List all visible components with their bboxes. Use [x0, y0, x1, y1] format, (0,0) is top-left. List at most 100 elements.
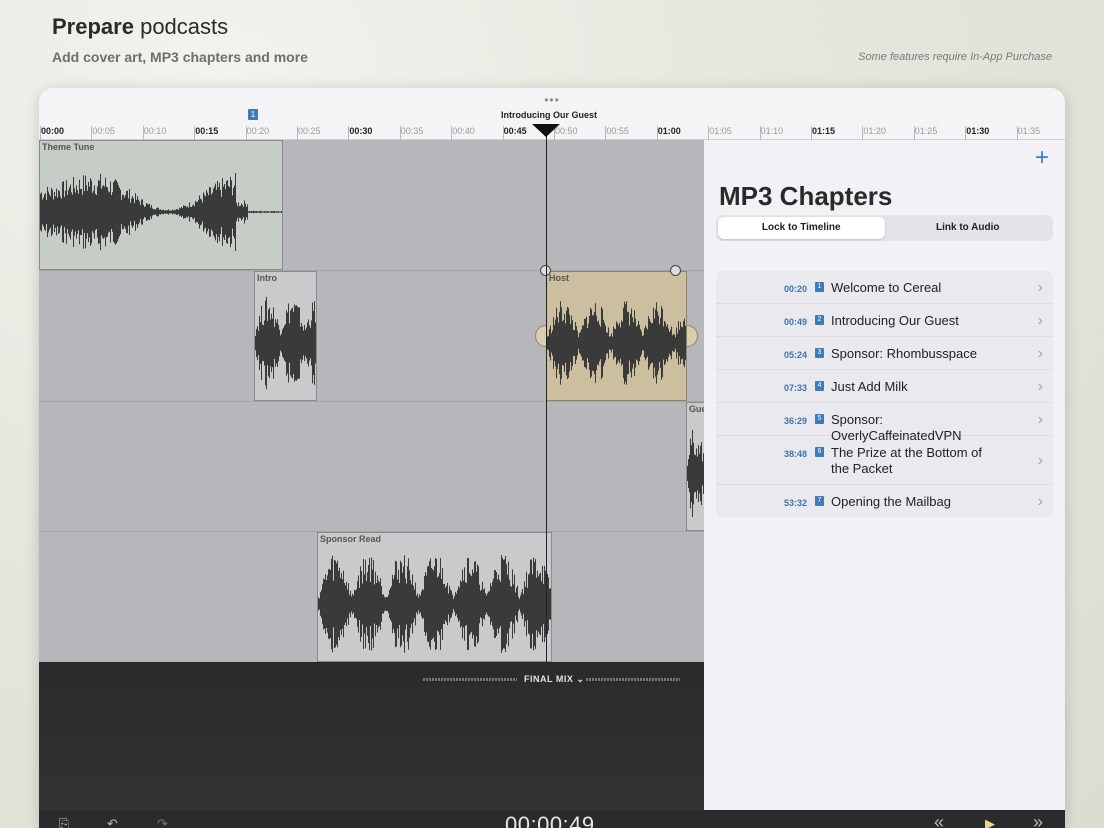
- waveform: [40, 173, 282, 251]
- chapter-time: 38:48: [783, 449, 807, 459]
- hero-title: Prepare podcasts: [52, 14, 228, 40]
- clip-intro[interactable]: Intro: [254, 271, 317, 401]
- waveform: [318, 555, 551, 653]
- chapter-number-badge: 4: [815, 381, 824, 391]
- chapter-number-badge: 1: [815, 282, 824, 292]
- chapter-time: 07:33: [783, 383, 807, 393]
- window-grab-handle[interactable]: •••: [544, 93, 560, 107]
- ruler-tick-label: 01:05: [709, 126, 732, 136]
- ruler-tick-label: 01:00: [657, 126, 681, 136]
- playback-time: 00:00:49: [505, 812, 595, 828]
- clip-label: Sponsor Read: [320, 534, 382, 544]
- mix-level-left: [423, 678, 517, 681]
- clip-label: Theme Tune: [42, 142, 95, 152]
- trim-right-handle[interactable]: [686, 325, 698, 347]
- ruler-tick-label: 00:40: [452, 126, 475, 136]
- chevron-right-icon: ›: [1037, 279, 1043, 296]
- ruler-tick-label: 00:00: [41, 126, 65, 136]
- ruler-tick-label: 00:10: [143, 126, 167, 136]
- ruler-tick-label: 00:15: [195, 126, 219, 136]
- share-icon[interactable]: ⎘: [59, 817, 69, 828]
- chapter-row[interactable]: 53:32 7 Opening the Mailbag ›: [716, 485, 1053, 518]
- waveform-path: [318, 555, 551, 653]
- segment-lock-to-timeline[interactable]: Lock to Timeline: [718, 217, 885, 239]
- ruler-tick-label: 00:35: [400, 126, 424, 136]
- chevron-right-icon: ›: [1037, 411, 1043, 428]
- panel-title: MP3 Chapters: [719, 181, 893, 211]
- chapter-number-badge: 6: [815, 447, 824, 457]
- chapter-marker-1[interactable]: 1: [248, 109, 258, 120]
- chapter-row[interactable]: 38:48 6 The Prize at the Bottom of the Pac…: [716, 436, 1053, 485]
- chapter-time: 36:29: [783, 416, 807, 426]
- hero-title-bold: Prepare: [52, 14, 134, 39]
- redo-icon[interactable]: ↷: [157, 817, 168, 828]
- clip-label: Intro: [257, 273, 277, 283]
- ruler-tick-label: 00:05: [92, 126, 115, 136]
- ruler-tick-label: 00:25: [298, 126, 321, 136]
- chevron-right-icon: ›: [1037, 345, 1043, 362]
- chapter-title: The Prize at the Bottom of the Packet: [831, 445, 983, 476]
- play-icon[interactable]: ▶: [985, 817, 995, 828]
- chevron-right-icon: ›: [1037, 312, 1043, 329]
- clip-sponsor-read[interactable]: Sponsor Read: [317, 532, 552, 662]
- waveform-path: [255, 296, 316, 390]
- mix-level-right: [586, 678, 680, 681]
- ruler-tick-label: 00:30: [349, 126, 373, 136]
- chapter-title: Opening the Mailbag: [831, 494, 951, 509]
- chapter-time: 05:24: [783, 350, 807, 360]
- chapter-title: Sponsor: Rhombusspace: [831, 346, 977, 361]
- hero-note: Some features require In-App Purchase: [858, 51, 1052, 63]
- chapter-time: 53:32: [783, 498, 807, 508]
- fast-forward-icon[interactable]: »: [1033, 813, 1043, 828]
- fade-out-handle[interactable]: [670, 265, 681, 276]
- clip-guest[interactable]: Gue: [686, 402, 706, 531]
- lane-divider: [39, 401, 704, 402]
- chapter-number-badge: 5: [815, 414, 824, 424]
- chapter-row[interactable]: 00:20 1 Welcome to Cereal ›: [716, 271, 1053, 304]
- chapter-row[interactable]: 36:29 5 Sponsor: OverlyCaffeinatedVPN ›: [716, 403, 1053, 443]
- playhead-handle[interactable]: [532, 124, 560, 137]
- clip-host[interactable]: Host: [546, 271, 687, 401]
- undo-icon[interactable]: ↶: [107, 817, 118, 828]
- segment-link-to-audio[interactable]: Link to Audio: [885, 217, 1052, 239]
- hero-title-light: podcasts: [140, 14, 229, 39]
- final-mix-selector[interactable]: FINAL MIX ⌄: [524, 674, 584, 685]
- ruler-tick-label: 00:20: [246, 126, 270, 136]
- chevron-right-icon: ›: [1037, 493, 1043, 510]
- hero-subtitle: Add cover art, MP3 chapters and more: [52, 49, 308, 65]
- rewind-icon[interactable]: «: [934, 813, 944, 828]
- chevron-down-icon: ⌄: [576, 674, 585, 684]
- final-mix-label: FINAL MIX: [524, 674, 574, 684]
- chapter-row[interactable]: 07:33 4 Just Add Milk ›: [716, 370, 1053, 403]
- transport-bar: ⎘ ↶ ↷ 00:00:49 « ▶ »: [39, 810, 1065, 828]
- chapter-title: Introducing Our Guest: [831, 313, 959, 328]
- chapter-number-badge: 2: [815, 315, 824, 325]
- ruler-tick-label: 01:35: [1017, 126, 1041, 136]
- chapter-title: Welcome to Cereal: [831, 280, 942, 295]
- waveform: [547, 301, 686, 385]
- chapter-title: Just Add Milk: [831, 379, 908, 394]
- chapter-list: 00:20 1 Welcome to Cereal › 00:49 2 Introducin…: [716, 271, 1053, 518]
- chapters-panel: + MP3 Chapters Lock to Timeline Link to …: [704, 140, 1065, 810]
- chapter-time: 00:49: [783, 317, 807, 327]
- ruler-tick-label: 01:10: [760, 126, 784, 136]
- clip-label: Host: [549, 273, 569, 283]
- clip-theme-tune[interactable]: Theme Tune: [39, 140, 283, 270]
- final-mix-area: FINAL MIX ⌄: [39, 662, 704, 810]
- chapter-row[interactable]: 05:24 3 Sponsor: Rhombusspace ›: [716, 337, 1053, 370]
- chapter-mode-segmented-control: Lock to Timeline Link to Audio: [716, 215, 1053, 241]
- add-chapter-button[interactable]: +: [1035, 144, 1049, 172]
- app-window: ••• 1 Introducing Our Guest 00:00 00:05 00…: [39, 88, 1065, 828]
- chapter-number-badge: 3: [815, 348, 824, 358]
- ruler-tick-label: 01:20: [863, 126, 886, 136]
- playhead-line[interactable]: [546, 128, 547, 662]
- track-timeline[interactable]: Theme Tune Intro Host Gue Sponsor Read: [39, 140, 706, 662]
- chapter-time: 00:20: [783, 284, 807, 294]
- ruler-tick-label: 01:15: [812, 126, 836, 136]
- chapter-row[interactable]: 00:49 2 Introducing Our Guest ›: [716, 304, 1053, 337]
- chapter-number-badge: 7: [815, 496, 824, 506]
- chevron-right-icon: ›: [1037, 452, 1043, 469]
- waveform-path: [547, 301, 686, 385]
- ruler-tick-label: 00:45: [503, 126, 527, 136]
- waveform: [255, 296, 316, 390]
